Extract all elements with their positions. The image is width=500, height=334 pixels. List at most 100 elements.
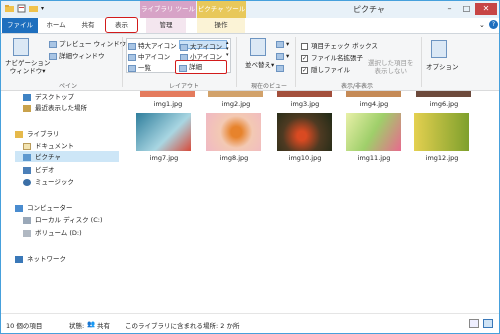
music-icon — [23, 178, 31, 186]
item-count: 10 個の項目 — [6, 322, 43, 330]
thumbnail[interactable] — [416, 91, 471, 97]
thumbnail[interactable] — [346, 113, 401, 151]
minimize-button[interactable]: – — [442, 3, 457, 15]
desktop-icon — [23, 93, 31, 101]
divider — [236, 37, 237, 87]
checkbox-checked[interactable]: ✓ — [301, 54, 308, 62]
group-by-button[interactable]: ▾ — [276, 40, 289, 48]
tab-share[interactable]: 共有 — [74, 18, 102, 33]
thumbnail[interactable] — [414, 113, 469, 151]
explorer-window: ▾ ライブラリ ツール ピクチャ ツール ピクチャ – □ ✕ ファイル ホーム… — [0, 0, 500, 334]
options-button[interactable]: オプション — [426, 61, 459, 71]
help-icon[interactable]: ? — [489, 20, 498, 29]
ribbon-collapse-icon[interactable]: ⌄ — [479, 21, 485, 29]
nav-pictures[interactable]: ピクチャ — [15, 151, 119, 162]
tab-manage-library[interactable]: 管理 — [146, 18, 186, 33]
file-name[interactable]: img7.jpg — [134, 154, 194, 162]
navigation-pane-icon — [13, 38, 29, 56]
divider — [421, 37, 422, 87]
file-name[interactable]: img8.jpg — [204, 154, 264, 162]
checkbox-unchecked[interactable] — [301, 42, 308, 50]
nav-local-disk[interactable]: ローカル ディスク (C:) — [23, 214, 102, 224]
file-name[interactable]: img2.jpg — [206, 100, 266, 108]
documents-icon — [23, 142, 31, 150]
nav-libraries[interactable]: ライブラリ — [15, 128, 60, 138]
title-bar: ▾ ライブラリ ツール ピクチャ ツール ピクチャ – □ ✕ — [1, 1, 499, 18]
nav-desktop[interactable]: デスクトップ — [23, 91, 74, 101]
file-name[interactable]: img3.jpg — [275, 100, 335, 108]
tab-view[interactable]: 表示 — [105, 17, 138, 33]
thumbnail[interactable] — [277, 91, 332, 97]
file-name[interactable]: img12.jpg — [412, 154, 472, 162]
nav-computer[interactable]: コンピューター — [15, 202, 73, 212]
thumbnail[interactable] — [136, 113, 191, 151]
medium-icons-option[interactable]: 中アイコン — [128, 51, 170, 61]
drive-icon — [23, 216, 31, 224]
file-extension-toggle[interactable]: ✓ ファイル名拡張子 — [301, 52, 363, 62]
close-button[interactable]: ✕ — [475, 3, 497, 15]
pictures-icon — [23, 153, 31, 161]
thumbnail[interactable] — [206, 113, 261, 151]
details-pane-icon — [49, 52, 57, 60]
file-name[interactable]: img1.jpg — [138, 100, 198, 108]
details-pane-button[interactable]: 詳細ウィンドウ — [49, 50, 105, 60]
navigation-pane: デスクトップ 最近表示した場所 ライブラリ ドキュメント ピクチャ ビデオ ミュ… — [1, 91, 119, 313]
thumbnail[interactable] — [277, 113, 332, 151]
sort-button[interactable]: 並べ替え▾ — [245, 59, 274, 69]
navigation-pane-button[interactable]: ナビゲーション ウィンドウ▾ — [5, 59, 50, 75]
group-label-show-hide: 表示/非表示 — [341, 83, 374, 90]
list-icon — [128, 64, 136, 72]
large-icons-option[interactable]: 大アイコン — [179, 40, 227, 51]
new-folder-icon[interactable] — [29, 4, 38, 13]
file-name[interactable]: img11.jpg — [344, 154, 404, 162]
picture-tools-label: ピクチャ ツール — [197, 1, 246, 18]
preview-pane-button[interactable]: プレビュー ウィンドウ — [49, 38, 126, 48]
item-checkbox-toggle[interactable]: 項目チェック ボックス — [301, 40, 378, 50]
properties-icon[interactable] — [17, 4, 26, 13]
quick-access-toolbar: ▾ — [5, 4, 44, 13]
details-icon — [179, 64, 187, 72]
size-columns-button[interactable] — [276, 64, 286, 72]
folder-icon[interactable] — [5, 4, 14, 13]
group-label-layout: レイアウト — [169, 83, 200, 90]
xlarge-icons-option[interactable]: 特大アイコン — [128, 40, 177, 50]
large-icons-view-icon[interactable] — [483, 319, 493, 328]
nav-documents[interactable]: ドキュメント — [23, 140, 74, 150]
divider — [295, 37, 296, 87]
thumbnail[interactable] — [346, 91, 401, 97]
window-title: ピクチャ — [353, 5, 385, 14]
details-view-icon[interactable] — [469, 319, 479, 328]
file-name[interactable]: img10.jpg — [275, 154, 335, 162]
columns-icon — [276, 52, 284, 60]
file-name[interactable]: img4.jpg — [344, 100, 404, 108]
thumbnail[interactable] — [208, 91, 263, 97]
thumbnail[interactable] — [140, 91, 195, 97]
network-icon — [15, 255, 23, 263]
maximize-button[interactable]: □ — [459, 3, 474, 15]
list-option[interactable]: 一覧 — [128, 62, 151, 72]
state-label: 状態: — [69, 322, 85, 330]
group-label-pane: ペイン — [59, 83, 78, 90]
details-option[interactable]: 詳細 — [175, 60, 227, 74]
tab-home[interactable]: ホーム — [41, 18, 71, 33]
file-name[interactable]: img6.jpg — [414, 100, 474, 108]
nav-recent[interactable]: 最近表示した場所 — [23, 102, 87, 112]
nav-videos[interactable]: ビデオ — [23, 164, 55, 174]
drive-icon — [23, 229, 31, 237]
nav-network[interactable]: ネットワーク — [15, 253, 66, 263]
nav-music[interactable]: ミュージック — [23, 176, 74, 186]
sort-icon — [250, 38, 266, 56]
divider — [122, 37, 123, 87]
ribbon-view: ナビゲーション ウィンドウ▾ プレビュー ウィンドウ 詳細ウィンドウ ペイン 特… — [1, 34, 499, 91]
nav-volume[interactable]: ボリューム (D:) — [23, 227, 82, 237]
hidden-files-toggle[interactable]: ✓ 隠しファイル — [301, 64, 350, 74]
gallery-scroll-icon[interactable]: ▴ ▾ ▾ — [226, 40, 229, 58]
tab-manage-picture[interactable]: 操作 — [197, 18, 245, 33]
medium-icons-icon — [128, 53, 136, 61]
large-icons-icon — [180, 43, 188, 51]
add-columns-button[interactable]: ▾ — [276, 52, 289, 60]
checkbox-checked[interactable]: ✓ — [301, 66, 308, 74]
hide-selected-button[interactable]: 選択した項目を 表示しない — [368, 59, 414, 75]
qa-dropdown-icon[interactable]: ▾ — [41, 5, 44, 12]
tab-file[interactable]: ファイル — [2, 18, 38, 33]
